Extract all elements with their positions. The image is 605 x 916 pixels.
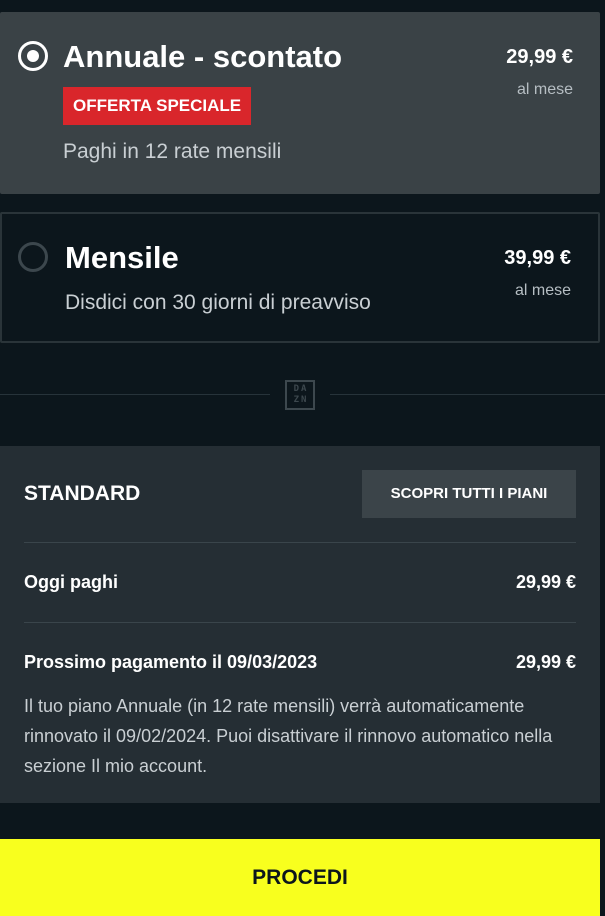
- plan-price: 39,99 €: [504, 247, 571, 269]
- separator: [24, 542, 576, 543]
- all-plans-button[interactable]: SCOPRI TUTTI I PIANI: [362, 470, 576, 518]
- divider-line: [0, 394, 270, 395]
- dazn-logo-icon: DA ZN: [285, 380, 315, 410]
- today-payment-value: 29,99 €: [515, 572, 576, 592]
- plan-option-monthly[interactable]: Mensile Disdici con 30 giorni di preavvi…: [0, 212, 600, 343]
- plan-description: Paghi in 12 rate mensili: [63, 140, 282, 163]
- separator: [24, 622, 576, 623]
- order-summary-panel: STANDARD SCOPRI TUTTI I PIANI Oggi paghi…: [0, 446, 600, 803]
- special-offer-badge: OFFERTA SPECIALE: [63, 87, 252, 125]
- plan-description: Disdici con 30 giorni di preavviso: [65, 291, 371, 314]
- next-payment-label: Prossimo pagamento il 09/03/2023: [24, 652, 318, 672]
- logo-top-text: DA: [293, 384, 309, 394]
- radio-selected-icon[interactable]: [18, 41, 48, 71]
- logo-bottom-text: ZN: [293, 395, 309, 405]
- plan-title: Mensile: [65, 240, 179, 275]
- divider-line: [330, 394, 605, 395]
- proceed-button[interactable]: PROCEDI: [0, 839, 600, 916]
- tier-title: STANDARD: [24, 482, 141, 505]
- plan-title: Annuale - scontato: [63, 39, 343, 74]
- plan-price: 29,99 €: [506, 46, 573, 68]
- next-payment-value: 29,99 €: [515, 652, 576, 672]
- renewal-note: Il tuo piano Annuale (in 12 rate mensili…: [24, 696, 553, 776]
- plan-price-period: al mese: [514, 282, 571, 299]
- today-payment-label: Oggi paghi: [24, 572, 118, 592]
- radio-unselected-icon[interactable]: [18, 242, 48, 272]
- plan-option-annual[interactable]: Annuale - scontato OFFERTA SPECIALE Pagh…: [0, 12, 600, 194]
- plan-price-period: al mese: [516, 81, 573, 98]
